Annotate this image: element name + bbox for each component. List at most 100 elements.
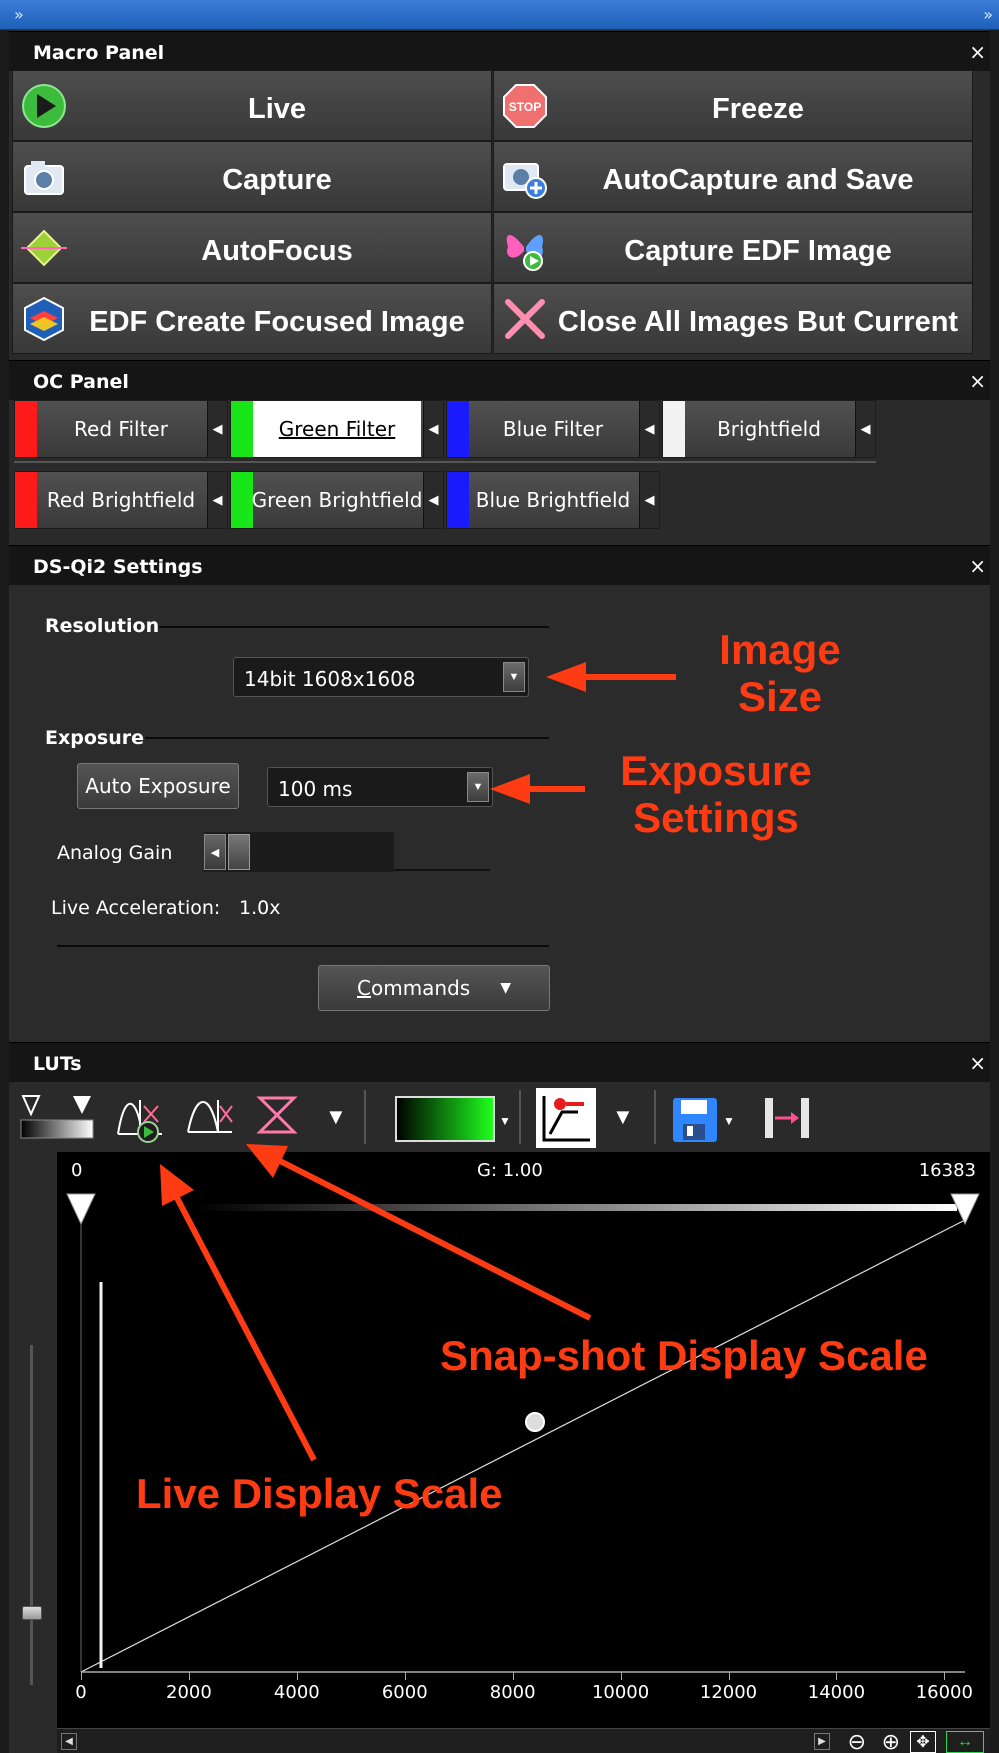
reset-scale-icon[interactable]	[254, 1092, 302, 1140]
autofocus-icon	[21, 229, 67, 267]
oc-button-red-brightfield[interactable]: Red Brightfield ◀	[14, 471, 228, 529]
chevron-right-icon[interactable]: ▶	[814, 1733, 830, 1750]
close-icon[interactable]: ×	[969, 40, 986, 64]
divider	[14, 461, 876, 463]
oc-panel-header: OC Panel ×	[9, 360, 990, 400]
live-button[interactable]: Live	[12, 70, 492, 141]
save-icon[interactable]	[671, 1096, 719, 1144]
live-display-scale-icon[interactable]	[114, 1092, 166, 1146]
resolution-select[interactable]: 14bit 1608x1608 ▼	[233, 657, 529, 697]
horizontal-scrollbar[interactable]: ◀ ▶ ⊖ ⊕ ✥ ↔	[57, 1728, 990, 1753]
slider-thumb[interactable]	[228, 834, 250, 870]
x-axis-tick-label: 4000	[273, 1682, 320, 1703]
chevron-down-icon[interactable]: ▼	[325, 1104, 347, 1130]
chevron-down-icon[interactable]: ▼	[612, 1104, 634, 1130]
capture-button[interactable]: Capture	[12, 141, 492, 212]
fit-range-icon[interactable]	[761, 1094, 813, 1142]
x-axis-tick-label: 16000	[915, 1682, 973, 1703]
chevron-left-icon[interactable]: ◀	[207, 401, 227, 457]
x-axis-tick	[836, 1672, 838, 1680]
color-swatch	[231, 401, 253, 457]
oc-button-brightfield[interactable]: Brightfield ◀	[662, 400, 876, 458]
capture-edf-button[interactable]: Capture EDF Image	[493, 212, 973, 283]
x-axis-tick-label: 8000	[489, 1682, 536, 1703]
exposure-settings-annotation: Exposure Settings	[620, 747, 812, 842]
oc-button-green-brightfield[interactable]: Green Brightfield ◀	[230, 471, 444, 529]
vertical-scale-track	[30, 1345, 33, 1685]
x-axis-tick	[728, 1672, 730, 1680]
commands-button[interactable]: Commands ▼	[318, 965, 550, 1011]
fit-width-icon[interactable]: ↔	[946, 1731, 984, 1753]
color-swatch	[15, 401, 37, 457]
chevron-left-icon[interactable]: ◀	[204, 834, 226, 870]
expand-left-icon[interactable]: »	[14, 5, 24, 24]
lut-gradient-bar	[197, 1204, 957, 1211]
chevron-down-icon[interactable]: ▼	[723, 1114, 735, 1128]
curve-edit-icon[interactable]	[536, 1088, 596, 1148]
chevron-left-icon[interactable]: ◀	[207, 472, 227, 528]
luts-toolbar: ▼ ▼ ▼ ▼	[9, 1082, 990, 1152]
x-axis-tick	[188, 1672, 190, 1680]
fit-view-icon[interactable]: ✥	[910, 1731, 936, 1753]
lut-curve-graph	[66, 1193, 980, 1673]
chevron-left-icon[interactable]: ◀	[639, 401, 659, 457]
close-icon[interactable]: ×	[969, 1051, 986, 1075]
oc-button-red-filter[interactable]: Red Filter ◀	[14, 400, 228, 458]
edf-stack-icon	[24, 296, 64, 342]
freeze-button[interactable]: STOP Freeze	[493, 70, 973, 141]
lut-curve-line	[80, 1219, 966, 1673]
close-icon[interactable]: ×	[969, 369, 986, 393]
analog-gain-slider[interactable]: ◀	[204, 832, 394, 872]
oc-button-blue-brightfield[interactable]: Blue Brightfield ◀	[446, 471, 660, 529]
close-icon[interactable]: ×	[969, 554, 986, 578]
chevron-down-icon[interactable]: ▼	[503, 662, 525, 692]
image-size-annotation: Image Size	[719, 626, 841, 721]
camera-icon	[24, 161, 64, 195]
chevron-left-icon[interactable]: ◀	[423, 472, 443, 528]
expand-right-icon[interactable]: »	[983, 5, 993, 24]
min-marker	[66, 1193, 96, 1226]
x-axis-tick	[296, 1672, 298, 1680]
luts-title: LUTs	[33, 1053, 82, 1075]
autofocus-button[interactable]: AutoFocus	[12, 212, 492, 283]
live-scale-annotation: Live Display Scale	[136, 1470, 503, 1517]
autocapture-save-button[interactable]: AutoCapture and Save	[493, 141, 973, 212]
close-all-but-current-button[interactable]: Close All Images But Current	[493, 283, 973, 354]
chevron-left-icon[interactable]: ◀	[61, 1733, 77, 1750]
x-axis-tick-label: 14000	[807, 1682, 866, 1703]
zoom-in-icon[interactable]: ⊕	[882, 1730, 900, 1753]
exposure-section-label: Exposure	[45, 727, 144, 749]
x-axis-tick-label: 0	[75, 1682, 87, 1703]
lut-color-selector[interactable]	[395, 1096, 495, 1142]
vertical-scale-thumb[interactable]	[22, 1606, 42, 1620]
color-swatch	[663, 401, 685, 457]
live-acceleration-value: 1.0x	[239, 897, 281, 919]
chevron-down-icon[interactable]: ▼	[500, 980, 511, 996]
color-swatch	[447, 472, 469, 528]
auto-scale-icon[interactable]	[19, 1090, 95, 1142]
snapshot-scale-annotation: Snap-shot Display Scale	[440, 1332, 928, 1379]
auto-exposure-button[interactable]: Auto Exposure	[77, 763, 239, 809]
x-axis-tick	[944, 1672, 946, 1680]
oc-panel-title: OC Panel	[33, 371, 129, 393]
zoom-out-icon[interactable]: ⊖	[848, 1730, 866, 1753]
oc-button-blue-filter[interactable]: Blue Filter ◀	[446, 400, 660, 458]
divider	[57, 945, 549, 947]
exposure-select[interactable]: 100 ms ▼	[267, 767, 493, 807]
chevron-left-icon[interactable]: ◀	[423, 401, 443, 457]
chevron-left-icon[interactable]: ◀	[639, 472, 659, 528]
divider	[159, 626, 549, 628]
divider	[394, 869, 490, 871]
ds-settings-title: DS-Qi2 Settings	[33, 556, 203, 578]
luts-header: LUTs ×	[9, 1042, 990, 1082]
oc-button-green-filter[interactable]: Green Filter ◀	[230, 400, 444, 458]
x-axis-tick-label: 2000	[166, 1682, 212, 1703]
snapshot-display-scale-icon[interactable]	[184, 1092, 236, 1140]
edf-create-focused-button[interactable]: EDF Create Focused Image	[12, 283, 492, 354]
lut-histogram-plot[interactable]: 0 G: 1.00 16383 0 2000 4000 6000 8000 10000 12…	[57, 1152, 990, 1752]
svg-text:STOP: STOP	[509, 100, 541, 114]
chevron-down-icon[interactable]: ▼	[499, 1114, 511, 1128]
chevron-left-icon[interactable]: ◀	[855, 401, 875, 457]
analog-gain-label: Analog Gain	[57, 842, 173, 864]
chevron-down-icon[interactable]: ▼	[467, 772, 489, 802]
